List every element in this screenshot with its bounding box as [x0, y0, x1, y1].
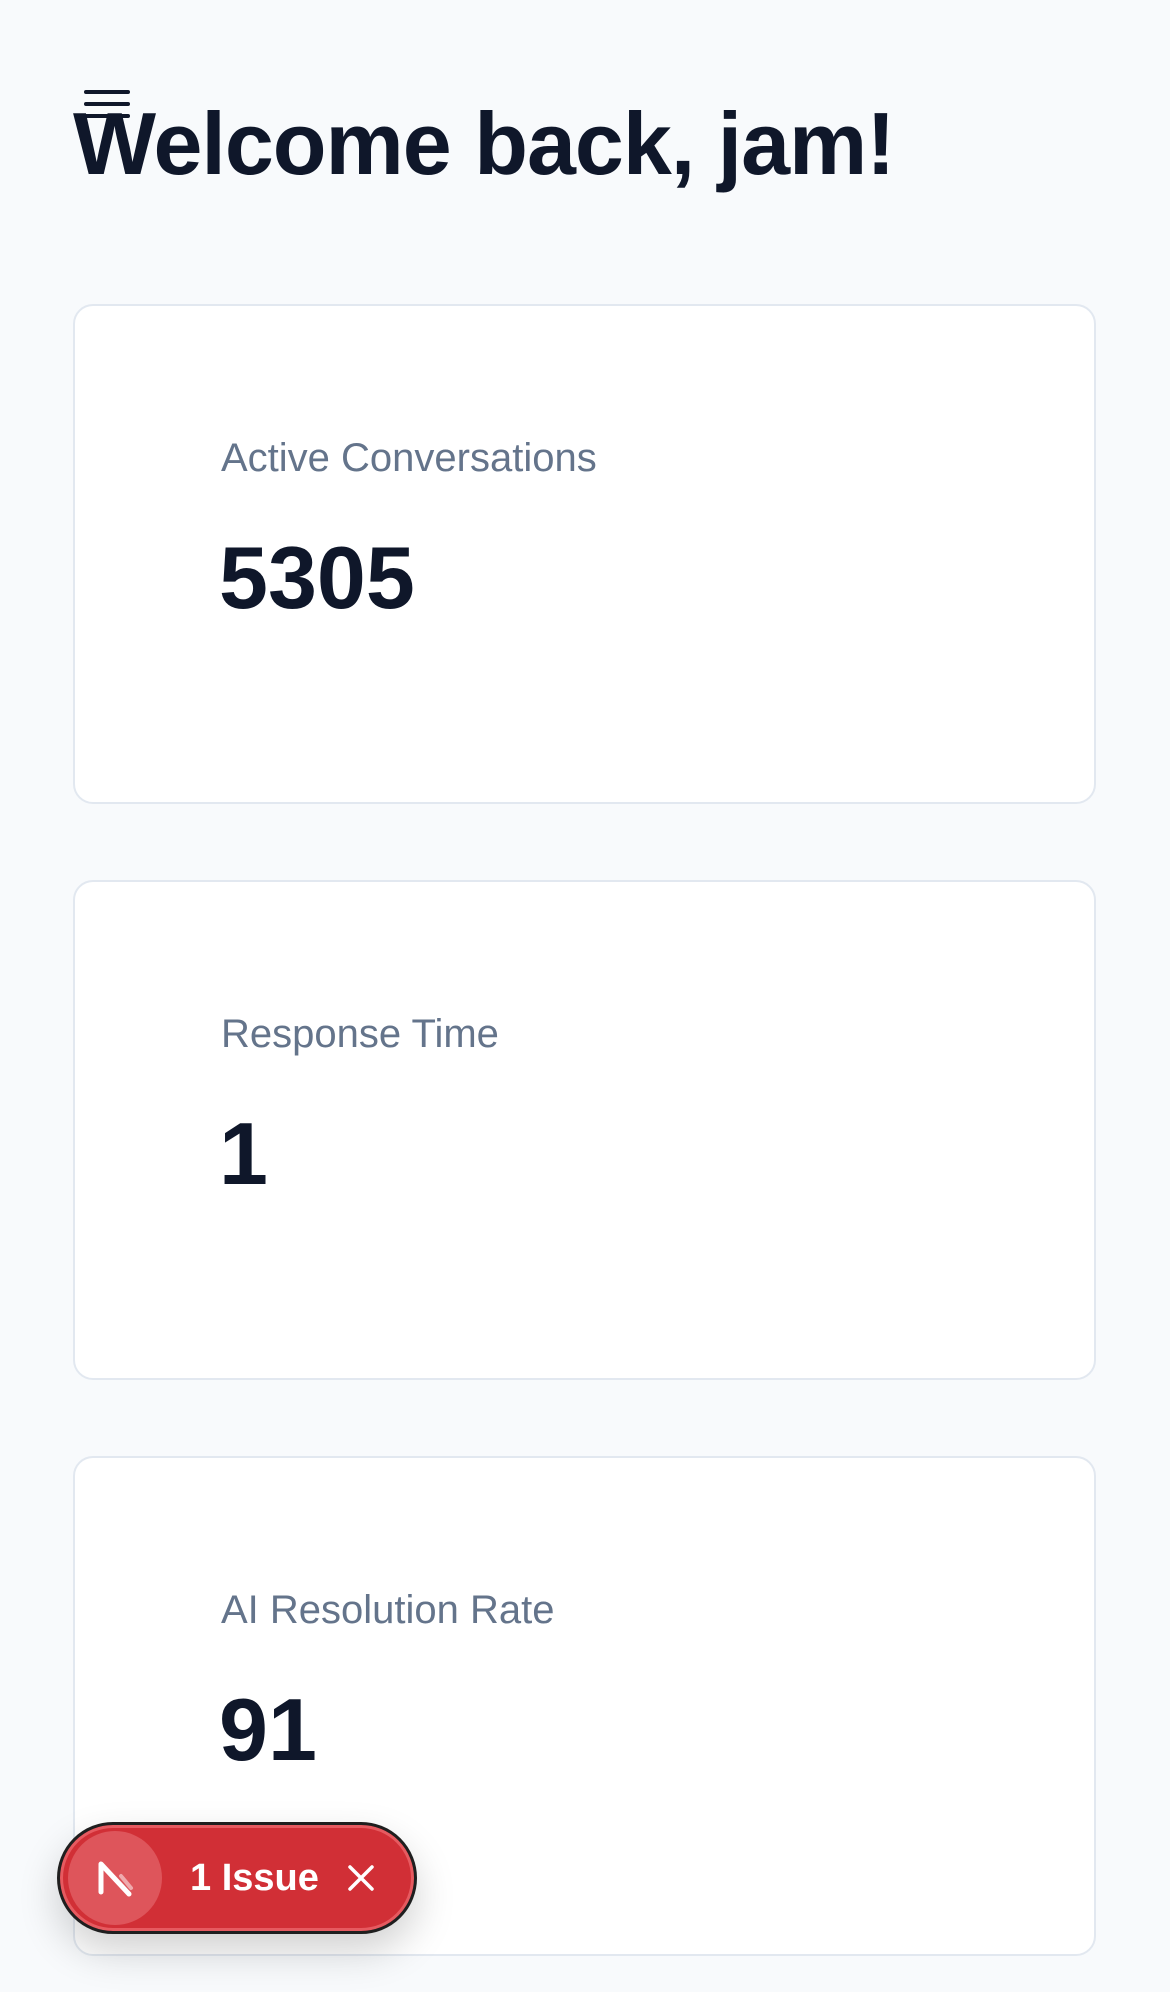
stat-value: 1 — [219, 1104, 268, 1203]
stat-label: Response Time — [221, 1012, 499, 1056]
stat-value: 91 — [219, 1680, 317, 1779]
issue-badge-button[interactable]: 1 Issue — [57, 1822, 417, 1934]
issue-count-label: 1 Issue — [190, 1856, 319, 1899]
stat-label: Active Conversations — [221, 436, 597, 480]
stat-card-active-conversations: Active Conversations 5305 — [73, 304, 1096, 804]
stat-value: 5305 — [219, 528, 415, 627]
stat-card-response-time: Response Time 1 — [73, 880, 1096, 1380]
close-icon[interactable] — [345, 1862, 377, 1894]
page-title: Welcome back, jam! — [73, 94, 896, 193]
stat-label: AI Resolution Rate — [221, 1588, 555, 1632]
nextjs-logo-icon — [68, 1831, 162, 1925]
